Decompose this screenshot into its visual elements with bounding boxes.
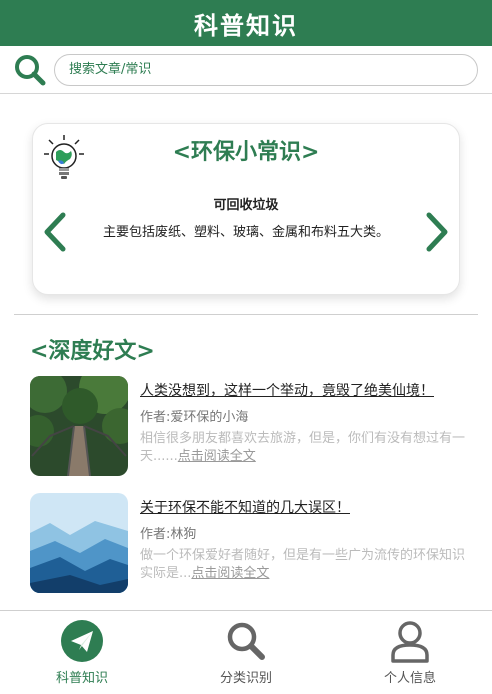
tab-profile[interactable]: 个人信息 [328,611,492,694]
tip-text: 主要包括废纸、塑料、玻璃、金属和布料五大类。 [102,225,389,240]
article-thumbnail[interactable] [30,493,128,593]
tab-label: 科普知识 [55,671,108,686]
section-divider [14,314,478,315]
article-thumbnail[interactable] [30,376,128,476]
tab-science-knowledge[interactable]: 科普知识 [0,611,164,694]
article-item[interactable]: 关于环保不能不知道的几大误区！ 作者:林狗 做一个环保爱好者随好，但是有一些广为… [30,493,476,593]
read-more-link[interactable]: 点击阅读全文 [178,449,256,464]
chevron-right-icon[interactable] [425,212,449,252]
article-excerpt: 做一个环保爱好者随好，但是有一些广为流传的环保知识实际是...点击阅读全文 [140,547,476,583]
article-title[interactable]: 人类没想到，这样一个举动，竟毁了绝美仙境！ [140,380,434,400]
article-item[interactable]: 人类没想到，这样一个举动，竟毁了绝美仙境！ 作者:爱环保的小海 相信很多朋友都喜… [30,376,476,476]
tips-card: <环保小常识> 可回收垃圾 主要包括废纸、塑料、玻璃、金属和布料五大类。 [32,123,460,295]
tab-label: 分类识别 [219,671,272,686]
section-title: <深度好文> [30,339,155,364]
article-author: 作者:爱环保的小海 [140,410,249,425]
search-icon[interactable] [14,54,46,86]
app-header: 科普知识 [0,0,492,46]
article-excerpt-text: 做一个环保爱好者随好，但是有一些广为流传的环保知识实际是... [140,548,466,581]
search-icon [224,619,268,663]
read-more-link[interactable]: 点击阅读全文 [191,566,269,581]
tab-label: 个人信息 [383,671,436,686]
article-author: 作者:林狗 [140,527,197,542]
paper-plane-icon [60,619,104,663]
search-input[interactable] [54,53,478,86]
bottom-tab-bar: 科普知识 分类识别 个人信息 [0,610,492,694]
article-title[interactable]: 关于环保不能不知道的几大误区！ [140,497,350,517]
article-excerpt: 相信很多朋友都喜欢去旅游，但是，你们有没有想过有一天......点击阅读全文 [140,430,476,466]
page-title: 科普知识 [194,11,298,40]
chevron-left-icon[interactable] [43,212,67,252]
tip-subtitle: 可回收垃圾 [213,198,279,213]
tips-title: <环保小常识> [172,140,320,165]
tab-classify[interactable]: 分类识别 [164,611,328,694]
user-icon [388,619,432,663]
search-bar [0,46,492,94]
